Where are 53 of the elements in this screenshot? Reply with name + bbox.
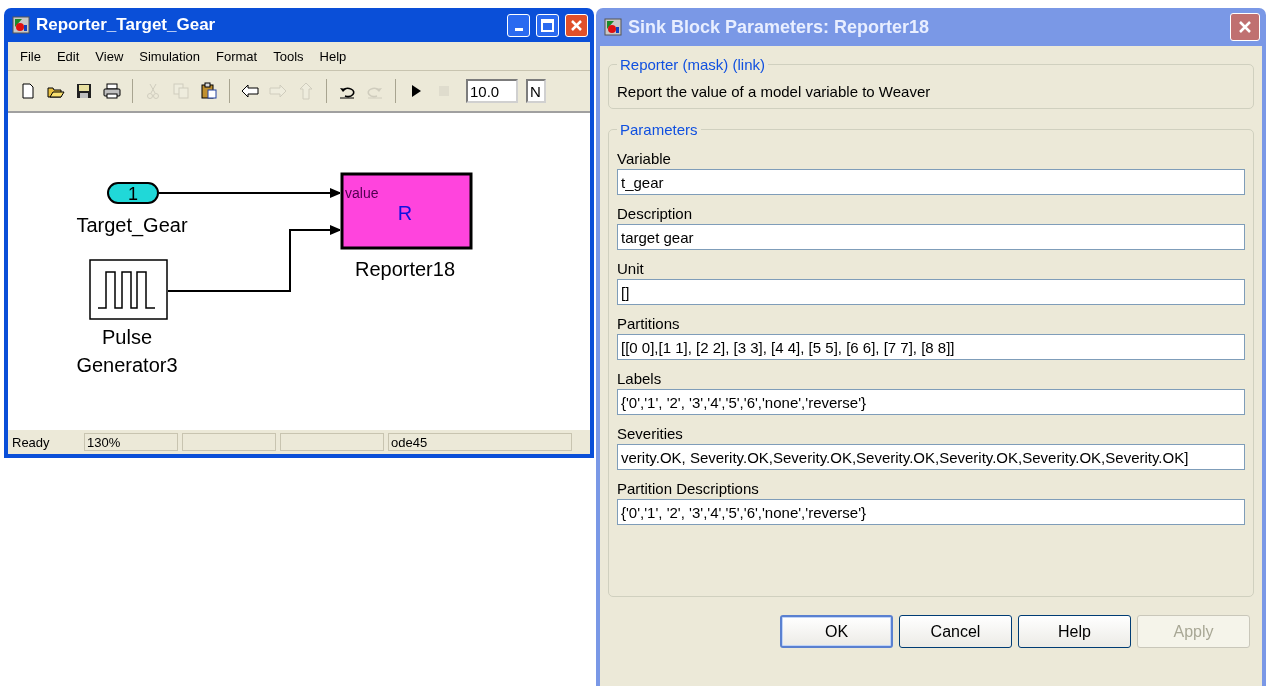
dialog-title: Sink Block Parameters: Reporter18 <box>628 16 931 38</box>
status-text: Ready <box>11 433 51 451</box>
menu-item[interactable]: View <box>87 46 132 66</box>
block-label: Target_Gear <box>76 214 188 236</box>
input-field[interactable]: [[0 0],[1 1], [2 2], [3 3], [4 4], [5 5], [6 6], [7 7], [8 8]] <box>617 334 1245 360</box>
app-icon <box>604 18 622 36</box>
app-icon <box>12 16 30 34</box>
mode-field[interactable]: N <box>526 79 546 103</box>
block-label: Generator3 <box>76 354 178 376</box>
window-title: Reporter_Target_Gear <box>36 15 217 35</box>
field-label: Partition Descriptions <box>617 480 760 497</box>
group-title: Reporter (mask) (link) <box>619 56 767 73</box>
dialog-button[interactable]: Help <box>1018 615 1131 648</box>
maximize-button[interactable] <box>536 13 559 37</box>
input-field[interactable]: t_gear <box>617 169 1245 195</box>
input-field[interactable]: target gear <box>617 224 1245 250</box>
field-label: Partitions <box>617 315 681 332</box>
menu-item[interactable]: File <box>12 46 49 66</box>
pulse-wave-icon <box>97 271 156 309</box>
field-label: Variable <box>617 150 672 167</box>
block-glyph: R <box>397 202 413 224</box>
solver-name: ode45 <box>388 433 572 451</box>
field-label: Labels <box>617 370 663 387</box>
close-icon <box>570 18 583 32</box>
close-icon <box>1238 20 1252 34</box>
close-button[interactable] <box>1230 13 1260 41</box>
inport-block <box>107 182 159 204</box>
close-button[interactable] <box>565 13 588 37</box>
menu-item[interactable]: Simulation <box>131 46 208 66</box>
minimize-button[interactable] <box>507 13 530 37</box>
port-label: value <box>345 185 379 201</box>
menu-item[interactable]: Help <box>311 46 355 66</box>
field-label: Description <box>617 205 694 222</box>
menu-item[interactable]: Edit <box>48 46 88 66</box>
stop-time-field[interactable]: 10.0 <box>466 79 518 103</box>
dialog-button[interactable]: OK <box>780 615 893 648</box>
port-number: 1 <box>128 184 138 204</box>
menu-item[interactable]: Format <box>208 46 266 66</box>
maximize-icon <box>541 18 554 32</box>
block-label: Pulse <box>102 326 152 348</box>
field-label: Unit <box>617 260 645 277</box>
input-field[interactable]: {'0','1', '2', '3','4','5','6','none','reverse'} <box>617 389 1245 415</box>
field-label: Severities <box>617 425 684 442</box>
input-field[interactable]: verity.OK, Severity.OK,Severity.OK,Severity.OK,Severity.OK,Severity.OK,Severity.OK] <box>617 444 1245 470</box>
minimize-icon <box>514 27 523 31</box>
input-field[interactable]: [] <box>617 279 1245 305</box>
zoom-level: 130% <box>84 433 178 451</box>
dialog-button[interactable]: Cancel <box>899 615 1012 648</box>
group-title: Parameters <box>619 121 699 138</box>
description-text: Report the value of a model variable to Weaver <box>617 82 932 100</box>
input-field[interactable]: {'0','1', '2', '3','4','5','6','none','reverse'} <box>617 499 1245 525</box>
block-label: Reporter18 <box>354 258 456 280</box>
menu-item[interactable]: Tools <box>265 46 312 66</box>
